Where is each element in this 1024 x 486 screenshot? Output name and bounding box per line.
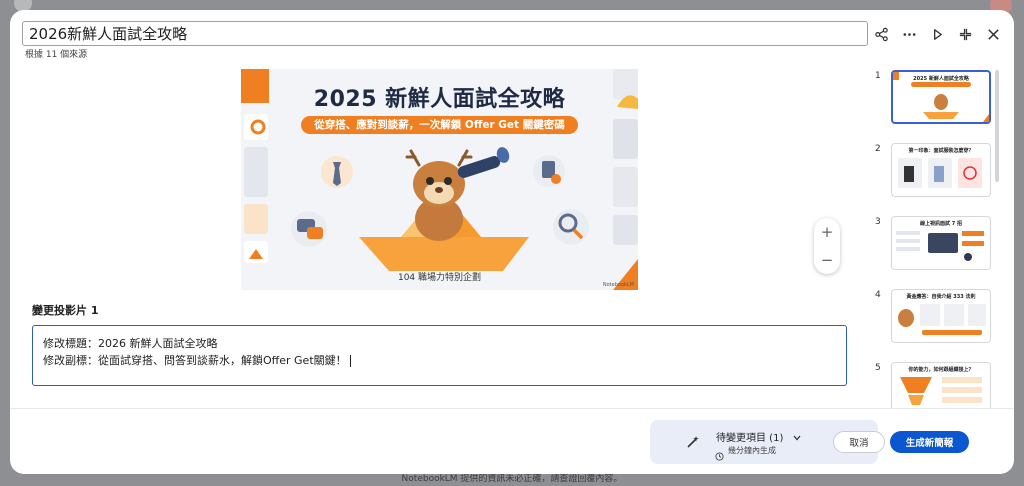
thumbnail-image: 2025 新鮮人面試全攻略 xyxy=(891,70,991,124)
thumbnail-art xyxy=(896,231,984,261)
change-line-1: 修改標題：2026 新鮮人面試全攻略 xyxy=(43,337,218,350)
slide-thumbnail-4[interactable]: 4 黃金應答：自我介紹 333 法則 xyxy=(870,287,996,347)
generation-time-note: 幾分鐘內生成 xyxy=(728,446,776,455)
close-icon[interactable] xyxy=(982,23,1004,45)
slide-thumbnail-3[interactable]: 3 線上視訊面試 7 招 xyxy=(870,214,996,274)
thumbnail-number: 4 xyxy=(875,290,881,300)
more-horizontal-icon[interactable] xyxy=(898,23,920,45)
thumbnail-art xyxy=(898,158,982,188)
slide-thumbnail-5[interactable]: 5 你的能力，如何跟組織接上？ xyxy=(870,360,996,408)
pending-changes-text: 待變更項目 (1) xyxy=(716,433,784,444)
thumbnail-number: 2 xyxy=(875,144,881,154)
change-request-label: 變更投影片 1 xyxy=(32,304,99,317)
thumbnail-image: 線上視訊面試 7 招 xyxy=(891,216,991,270)
share-icon[interactable] xyxy=(870,23,892,45)
zoom-control: + − xyxy=(814,218,840,274)
slide-thumbnail-1[interactable]: 1 2025 新鮮人面試全攻略 xyxy=(870,68,996,128)
thumbnail-number: 1 xyxy=(875,71,881,81)
top-toolbar xyxy=(870,23,1004,45)
slide-watermark: NotebookLM xyxy=(602,282,634,288)
magic-pen-icon xyxy=(686,434,700,453)
thumbnail-art xyxy=(900,377,982,405)
thumbnail-image: 你的能力，如何跟組織接上？ xyxy=(891,362,991,408)
pending-changes-label: 待變更項目 (1) xyxy=(716,429,801,444)
thumbnail-image: 第一印象：面試服裝怎麼穿？ xyxy=(891,143,991,197)
change-line-2: 修改副標：從面試穿搭、問答到談薪水，解鎖Offer Get關鍵！ xyxy=(43,352,836,369)
collapse-icon[interactable] xyxy=(954,23,976,45)
slide-preview[interactable]: 2025 新鮮人面試全攻略 從穿搭、應對到談薪，一次解鎖 Offer Get 關… xyxy=(241,69,638,290)
thumbnail-art xyxy=(893,72,989,122)
slide-thumbnail-list: 1 2025 新鮮人面試全攻略 2 第一印象：面試服裝怎麼穿？ 3 線上視訊面試… xyxy=(870,68,1000,408)
text-caret xyxy=(349,355,351,367)
presentation-title-input[interactable] xyxy=(22,21,868,46)
change-line-2-text: 修改副標：從面試穿搭、問答到談薪水，解鎖Offer Get關鍵！ xyxy=(43,354,347,367)
play-icon[interactable] xyxy=(926,23,948,45)
slide-title: 2025 新鮮人面試全攻略 xyxy=(313,87,566,112)
edit-slides-dialog: 根據 11 個來源 xyxy=(10,10,1014,474)
thumbnail-art xyxy=(898,304,986,335)
slide-thumbnail-2[interactable]: 2 第一印象：面試服裝怎麼穿？ xyxy=(870,141,996,201)
thumbnail-number: 5 xyxy=(875,363,881,373)
thumbnail-image: 黃金應答：自我介紹 333 法則 xyxy=(891,289,991,343)
change-request-textarea[interactable]: 修改標題：2026 新鮮人面試全攻略 修改副標：從面試穿搭、問答到談薪水，解鎖O… xyxy=(32,325,847,386)
generate-presentation-button[interactable]: 生成新簡報 xyxy=(890,431,969,453)
zoom-in-button[interactable]: + xyxy=(814,218,840,246)
footer-divider xyxy=(10,408,1014,409)
thumbnail-scrollbar[interactable] xyxy=(995,70,999,182)
source-count-label: 根據 11 個來源 xyxy=(25,50,88,60)
thumbnail-number: 3 xyxy=(875,217,881,227)
slide-footer-text: 104 職場力特別企劃 xyxy=(397,273,482,283)
clock-icon xyxy=(715,446,724,465)
chevron-down-icon[interactable] xyxy=(793,433,801,444)
slide-subtitle: 從穿搭、應對到談薪，一次解鎖 Offer Get 關鍵密碼 xyxy=(301,116,578,134)
cancel-button[interactable]: 取消 xyxy=(833,431,885,453)
zoom-out-button[interactable]: − xyxy=(814,246,840,274)
